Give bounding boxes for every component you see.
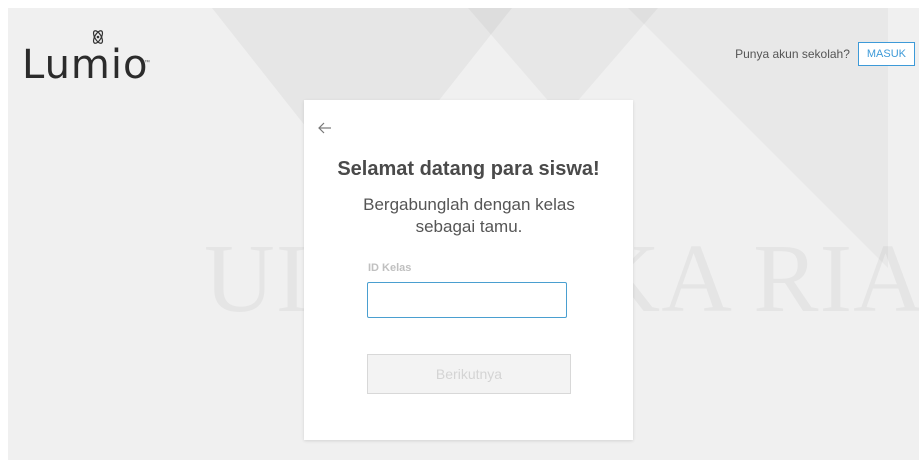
logo-trademark: ™	[144, 60, 150, 66]
account-prompt: Punya akun sekolah?	[735, 47, 850, 61]
card-title: Selamat datang para siswa!	[337, 158, 600, 180]
lumio-logo: Lumio ™	[22, 26, 172, 88]
class-id-label: ID Kelas	[368, 262, 412, 274]
join-class-card: Selamat datang para siswa! Bergabunglah …	[304, 100, 633, 440]
signin-button[interactable]: MASUK	[857, 42, 915, 66]
class-id-input[interactable]	[367, 282, 567, 318]
card-subtitle: Bergabunglah dengan kelas sebagai tamu.	[363, 195, 575, 236]
next-button[interactable]: Berikutnya	[367, 354, 571, 394]
logo-text: Lumio	[22, 42, 149, 88]
header-account-area: Punya akun sekolah? MASUK	[735, 42, 915, 66]
arrow-left-icon[interactable]	[318, 122, 332, 134]
